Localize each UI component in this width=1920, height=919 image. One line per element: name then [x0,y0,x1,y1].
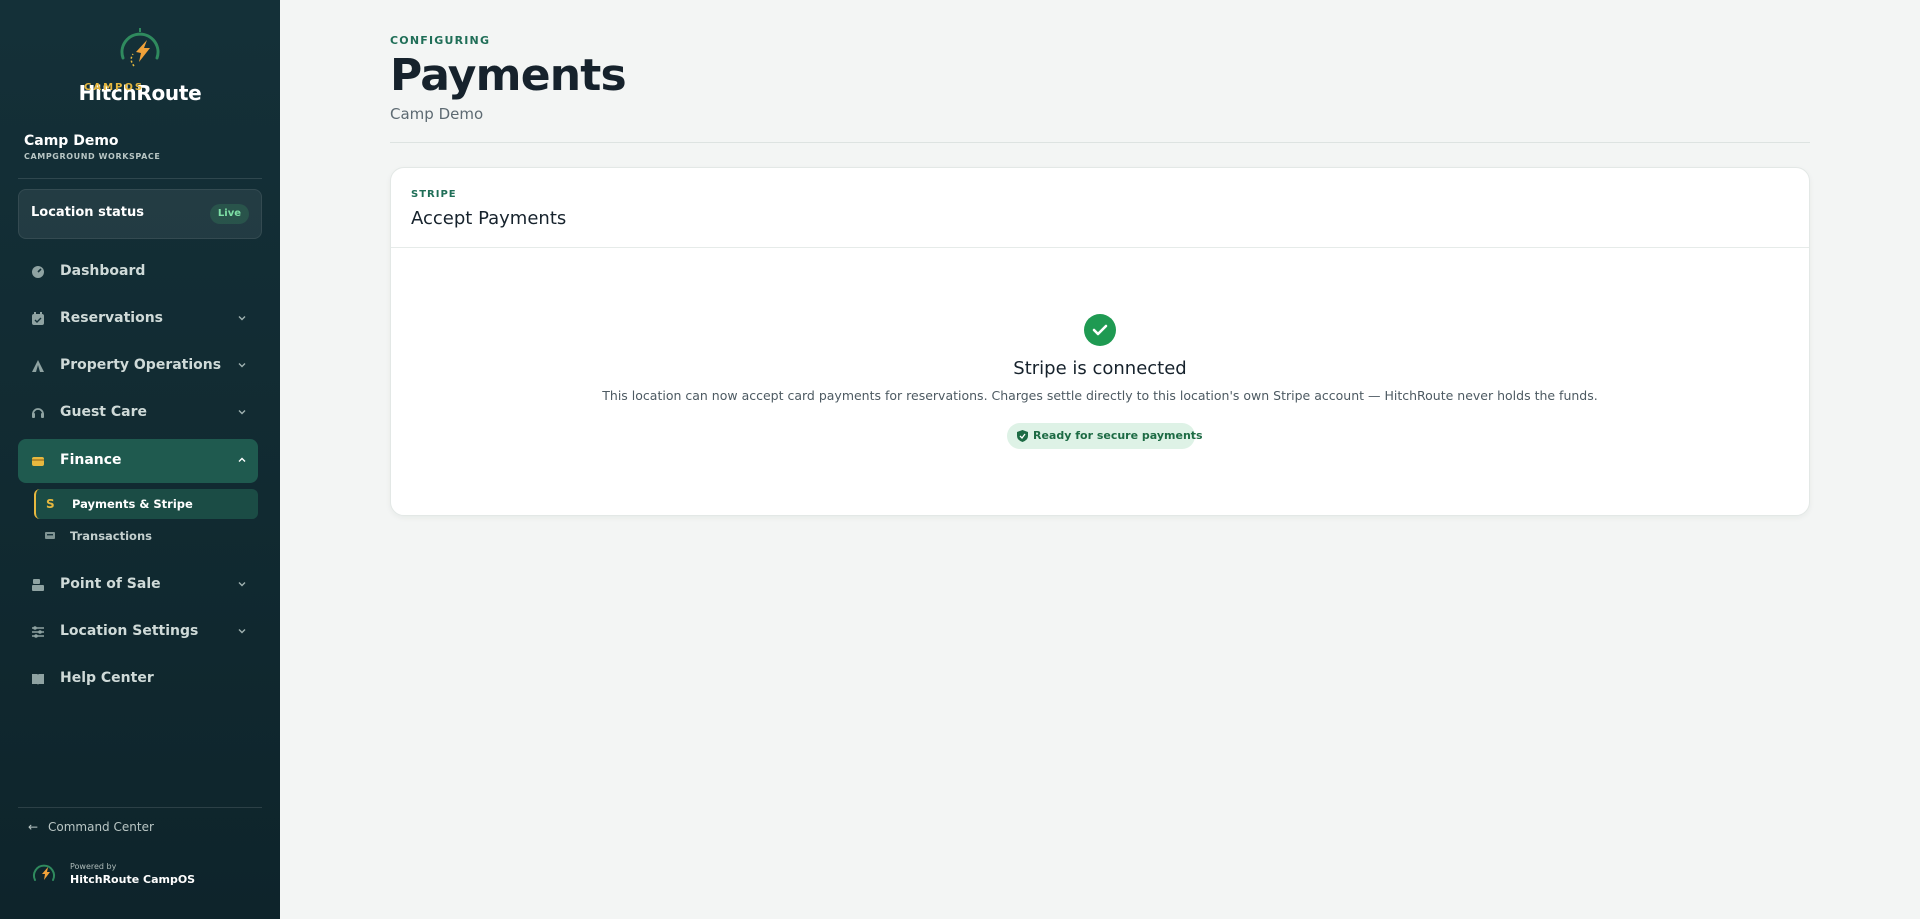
receipt-icon [45,532,55,539]
powered-by-label: Powered by [70,862,117,871]
compass-logo-icon [33,864,55,881]
brand-sub: CAMPOS [84,82,145,93]
chevron-down-icon [238,582,246,587]
nav-label: Reservations [60,310,163,326]
register-icon [32,579,44,591]
sub-label: Transactions [70,529,152,543]
workspace-sub: CAMPGROUND WORKSPACE [24,152,161,161]
card-header: STRIPE Accept Payments [391,168,1809,248]
sidebar-divider [18,807,262,808]
nav-guest-care[interactable]: Guest Care [18,393,258,433]
calendar-icon [32,312,44,325]
tent-icon [32,360,44,372]
card-eyebrow: STRIPE [411,189,457,200]
page-subtitle: Camp Demo [390,105,484,123]
book-icon [32,674,44,685]
nav-label: Finance [60,452,122,468]
chevron-up-icon [238,457,246,462]
nav-point-of-sale[interactable]: Point of Sale [18,565,258,605]
nav-label: Guest Care [60,404,147,420]
headset-icon [32,408,44,418]
accept-payments-card: STRIPE Accept Payments Stripe is connect… [390,167,1810,516]
nav-label: Dashboard [60,263,146,279]
ready-badge-label: Ready for secure payments [1033,429,1203,442]
nav-finance[interactable]: Finance [18,439,258,483]
nav-location-settings[interactable]: Location Settings [18,612,258,652]
ready-badge: Ready for secure payments [1007,423,1203,449]
chevron-down-icon [238,363,246,368]
chevron-down-icon [238,316,246,321]
sub-payments-stripe[interactable]: S Payments & Stripe [34,489,258,519]
connected-title: Stripe is connected [1013,358,1187,379]
gauge-icon [32,266,44,278]
sidebar-divider [18,178,262,179]
page-title: Payments [390,50,627,101]
chevron-down-icon [238,629,246,634]
nav-label: Help Center [60,670,154,686]
location-status-label: Location status [31,205,145,220]
header-divider [390,142,1810,143]
brand: HitchRoute [0,26,280,105]
page-eyebrow: CONFIGURING [390,34,491,47]
workspace-name: Camp Demo [24,133,119,149]
card-title: Accept Payments [411,208,567,229]
status-badge: Live [209,204,249,224]
powered-by-product: HitchRoute CampOS [70,873,196,886]
sub-transactions[interactable]: Transactions [34,521,258,551]
sub-label: Payments & Stripe [72,497,193,511]
nav-property-operations[interactable]: Property Operations [18,346,258,386]
check-circle-icon [1084,314,1116,346]
wallet-icon [32,457,44,466]
nav-label: Location Settings [60,623,199,639]
command-center-label: Command Center [48,820,154,834]
nav-label: Point of Sale [60,576,161,592]
command-center-link[interactable]: ← Command Center [28,820,154,834]
sliders-icon [32,626,44,638]
connected-description: This location can now accept card paymen… [602,388,1598,403]
sidebar: HitchRoute CAMPOS Camp Demo CAMPGROUND W… [0,0,280,919]
stripe-s-icon: S [46,497,55,511]
shield-check-icon [1017,430,1028,442]
nav-help-center[interactable]: Help Center [18,659,258,699]
location-status[interactable]: Location status Live [18,189,262,239]
nav-dashboard[interactable]: Dashboard [18,252,258,292]
nav-reservations[interactable]: Reservations [18,299,258,339]
chevron-down-icon [238,410,246,415]
arrow-left-icon: ← [28,820,39,834]
nav-label: Property Operations [60,357,222,373]
compass-logo-icon [120,28,160,67]
